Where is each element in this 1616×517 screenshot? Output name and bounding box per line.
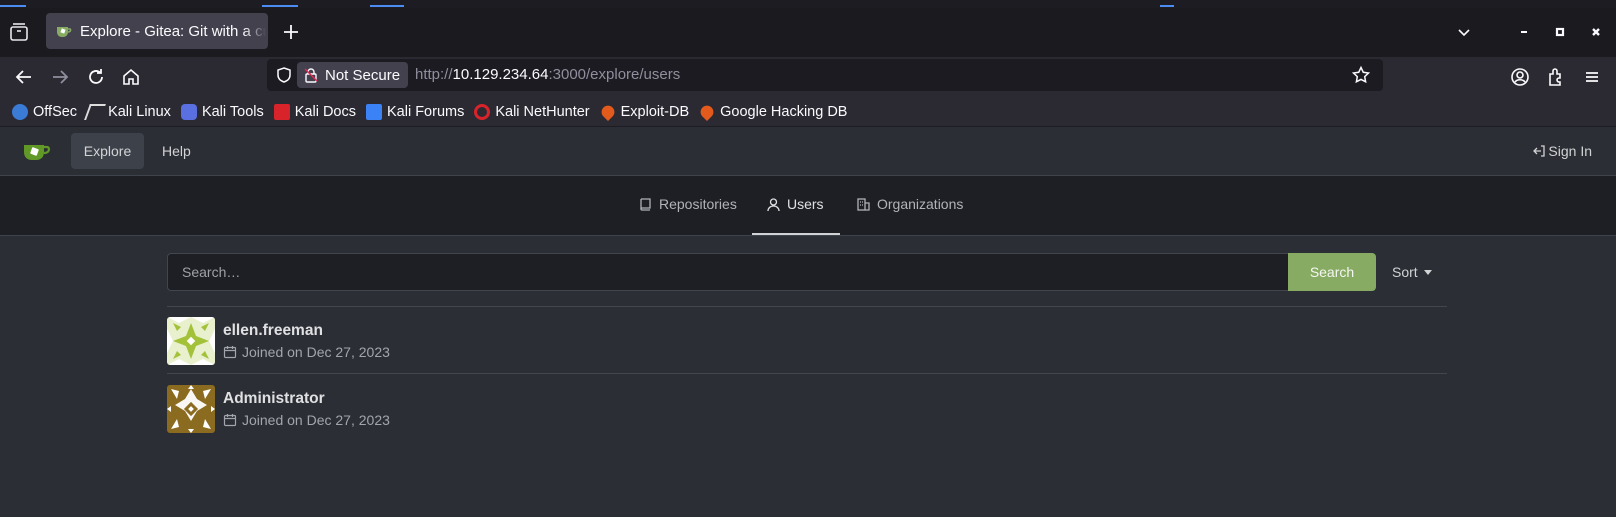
repo-icon bbox=[640, 197, 651, 211]
identicon-ellen-icon bbox=[167, 317, 215, 365]
caret-down-icon bbox=[1423, 269, 1432, 275]
kali-tools-icon bbox=[180, 103, 197, 120]
bookmark-star-icon[interactable] bbox=[1351, 65, 1371, 85]
sort-dropdown[interactable]: Sort bbox=[1392, 264, 1432, 280]
menu-icon[interactable] bbox=[1580, 65, 1604, 89]
reload-icon[interactable] bbox=[84, 65, 108, 89]
user-search-form: Search bbox=[167, 253, 1376, 291]
active-tab-indicator bbox=[752, 233, 840, 235]
bookmark-kali-forums[interactable]: Kali Forums bbox=[365, 103, 464, 120]
sign-in-link[interactable]: Sign In bbox=[1532, 143, 1592, 159]
desktop-taskbar-strip bbox=[0, 0, 1616, 8]
ghdb-icon bbox=[698, 102, 717, 121]
joined-date: Joined on Dec 27, 2023 bbox=[223, 412, 390, 428]
bookmark-kali-tools[interactable]: Kali Tools bbox=[180, 103, 264, 120]
bookmarks-toolbar: OffSec Kali Linux Kali Tools Kali Docs K… bbox=[0, 97, 1616, 126]
browser-navigation-bar: Not Secure http://10.129.234.64:3000/exp… bbox=[0, 57, 1616, 97]
tab-repositories[interactable]: Repositories bbox=[638, 196, 737, 212]
organization-icon bbox=[857, 197, 870, 211]
username-link[interactable]: Administrator bbox=[223, 390, 325, 408]
home-icon[interactable] bbox=[119, 65, 143, 89]
bookmark-kali-docs[interactable]: Kali Docs bbox=[273, 103, 356, 120]
site-security-button[interactable]: Not Secure bbox=[297, 62, 409, 88]
url-text[interactable]: http://10.129.234.64:3000/explore/users bbox=[415, 66, 680, 83]
list-divider bbox=[167, 306, 1447, 307]
kali-forums-icon bbox=[365, 103, 382, 120]
user-list-item: ellen.freeman Joined on Dec 27, 2023 bbox=[167, 317, 1447, 365]
close-icon[interactable] bbox=[1584, 20, 1608, 44]
sign-in-icon bbox=[1533, 145, 1546, 157]
forward-arrow-icon[interactable] bbox=[48, 65, 72, 89]
bookmark-kali-nethunter[interactable]: Kali NetHunter bbox=[474, 103, 590, 120]
tracking-protection-shield-icon[interactable] bbox=[275, 66, 293, 84]
nethunter-icon bbox=[474, 103, 491, 120]
username-link[interactable]: ellen.freeman bbox=[223, 322, 323, 340]
url-host: 10.129.234.64 bbox=[452, 66, 549, 83]
back-arrow-icon[interactable] bbox=[12, 65, 36, 89]
sign-in-label: Sign In bbox=[1548, 143, 1592, 159]
calendar-icon bbox=[223, 414, 237, 427]
identicon-administrator-icon bbox=[167, 385, 215, 433]
list-divider bbox=[167, 373, 1447, 374]
browser-tab-active[interactable]: Explore - Gitea: Git with a cup of tea bbox=[46, 13, 268, 49]
gitea-logo-icon[interactable] bbox=[22, 139, 52, 163]
tab-users-label: Users bbox=[787, 196, 824, 212]
exploit-db-icon bbox=[598, 102, 617, 121]
gitea-navbar: Explore Help Sign In bbox=[0, 126, 1616, 176]
search-input[interactable] bbox=[167, 253, 1288, 291]
gitea-favicon-icon bbox=[57, 27, 72, 37]
insecure-lock-icon bbox=[304, 68, 318, 83]
minimize-icon[interactable] bbox=[1512, 20, 1536, 44]
calendar-icon bbox=[223, 346, 237, 359]
bookmark-offsec[interactable]: OffSec bbox=[12, 103, 77, 120]
joined-date-text: Joined on Dec 27, 2023 bbox=[242, 344, 390, 360]
browser-tab-bar: Explore - Gitea: Git with a cup of tea bbox=[0, 8, 1616, 57]
bookmark-google-hacking-db[interactable]: Google Hacking DB bbox=[698, 102, 847, 121]
bookmark-exploit-db[interactable]: Exploit-DB bbox=[598, 102, 689, 121]
not-secure-label: Not Secure bbox=[325, 66, 401, 84]
kali-dragon-icon bbox=[84, 103, 106, 120]
explore-tabs-bar: Repositories Users Organizations bbox=[0, 176, 1616, 236]
address-bar[interactable]: Not Secure http://10.129.234.64:3000/exp… bbox=[267, 59, 1383, 91]
tab-organizations[interactable]: Organizations bbox=[856, 196, 963, 212]
new-tab-icon[interactable] bbox=[280, 21, 302, 43]
maximize-icon[interactable] bbox=[1548, 20, 1572, 44]
sort-label: Sort bbox=[1392, 264, 1418, 280]
url-prefix: http:// bbox=[415, 66, 453, 83]
tab-title: Explore - Gitea: Git with a cup of tea bbox=[80, 22, 266, 40]
avatar[interactable] bbox=[167, 317, 215, 365]
extensions-icon[interactable] bbox=[1544, 65, 1568, 89]
joined-date: Joined on Dec 27, 2023 bbox=[223, 344, 390, 360]
tab-users[interactable]: Users bbox=[766, 196, 824, 212]
url-path: :3000/explore/users bbox=[548, 66, 681, 83]
tab-list-icon[interactable] bbox=[8, 21, 30, 43]
offsec-icon bbox=[12, 103, 28, 120]
tab-repositories-label: Repositories bbox=[659, 196, 737, 212]
help-nav-link[interactable]: Help bbox=[162, 143, 191, 159]
joined-date-text: Joined on Dec 27, 2023 bbox=[242, 412, 390, 428]
search-button[interactable]: Search bbox=[1288, 253, 1376, 291]
account-icon[interactable] bbox=[1508, 65, 1532, 89]
bookmark-kali-linux[interactable]: Kali Linux bbox=[84, 103, 171, 120]
person-icon bbox=[767, 197, 780, 211]
tab-organizations-label: Organizations bbox=[877, 196, 964, 212]
explore-nav-link[interactable]: Explore bbox=[71, 133, 144, 169]
user-list-item: Administrator Joined on Dec 27, 2023 bbox=[167, 385, 1447, 433]
chevron-down-icon[interactable] bbox=[1452, 20, 1476, 44]
avatar[interactable] bbox=[167, 385, 215, 433]
kali-docs-icon bbox=[273, 103, 290, 120]
